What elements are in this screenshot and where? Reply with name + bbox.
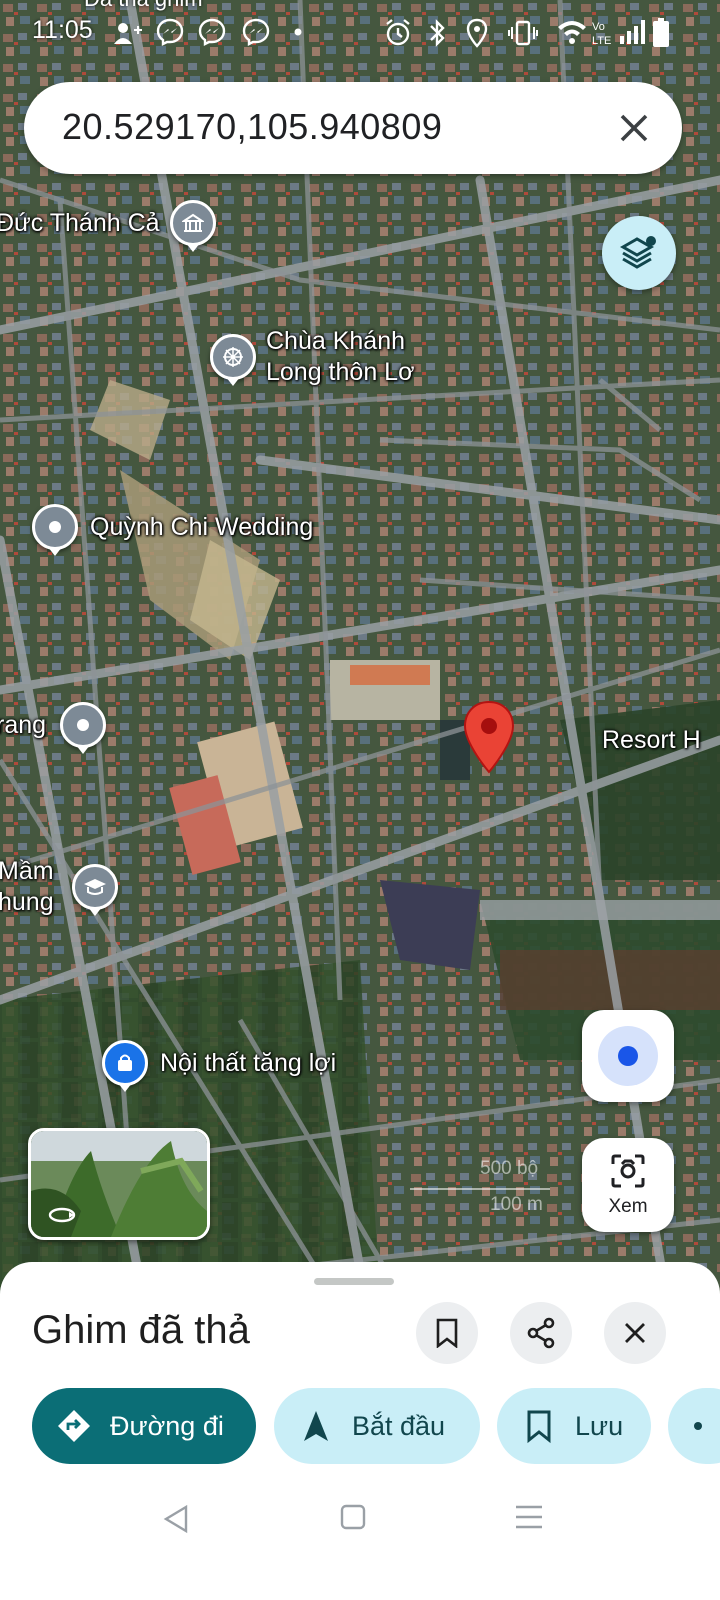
- share-icon: [527, 1317, 555, 1349]
- poi-mam-hung[interactable]: Mầm hung: [0, 856, 118, 918]
- 360-rotate-icon: [48, 1207, 76, 1223]
- bookmark-button[interactable]: [416, 1302, 478, 1364]
- poi-quynh-chi-wedding[interactable]: Quỳnh Chi Wedding: [32, 504, 313, 550]
- red-pin-icon: [463, 700, 515, 774]
- camera-lens-icon: [611, 1154, 645, 1188]
- layers-button[interactable]: [602, 216, 676, 290]
- place-icon: [32, 504, 78, 550]
- location-icon: [466, 18, 488, 48]
- temple-icon: [169, 200, 216, 246]
- search-input[interactable]: 20.529170,105.940809: [62, 106, 442, 148]
- back-icon[interactable]: [162, 1504, 190, 1534]
- search-bar[interactable]: 20.529170,105.940809: [24, 82, 682, 174]
- more-notifications-dot-icon: [294, 28, 302, 36]
- poi-label: Resort H: [602, 726, 701, 754]
- save-label: Lưu: [575, 1410, 624, 1441]
- wifi-icon: [558, 21, 586, 44]
- start-label: Bắt đầu: [352, 1410, 446, 1441]
- bluetooth-icon: [430, 19, 445, 47]
- messenger-icon: [198, 18, 226, 46]
- bookmark-icon: [527, 1410, 551, 1444]
- share-button[interactable]: [510, 1302, 572, 1364]
- poi-label: Đức Thánh Cả: [0, 209, 160, 237]
- save-button[interactable]: Lưu: [497, 1388, 651, 1464]
- location-dot-icon: [598, 1026, 658, 1086]
- vibrate-icon: [508, 20, 538, 46]
- svg-text:LTE: LTE: [592, 35, 611, 47]
- poi-resort[interactable]: Resort H: [602, 724, 701, 756]
- battery-icon: [653, 18, 669, 47]
- messenger-icon: [242, 18, 270, 46]
- my-location-button[interactable]: [582, 1010, 674, 1102]
- lens-view-button[interactable]: Xem: [582, 1138, 674, 1232]
- close-sheet-button[interactable]: [604, 1302, 666, 1364]
- person-add-icon: [114, 23, 142, 44]
- messenger-icon: [156, 18, 184, 46]
- volte-icon: Vo LTE: [592, 21, 611, 47]
- poi-label: rang: [0, 711, 47, 739]
- poi-label: Chùa Khánh Long thôn Lơ: [266, 327, 415, 386]
- alarm-icon: [386, 19, 410, 46]
- home-icon[interactable]: [340, 1504, 366, 1530]
- poi-label: Quỳnh Chi Wedding: [90, 513, 314, 541]
- status-time: 11:05: [32, 16, 93, 44]
- poi-rang[interactable]: rang: [0, 702, 107, 748]
- close-icon: [625, 1323, 645, 1343]
- directions-button[interactable]: Đường đi: [32, 1388, 256, 1464]
- more-icon: [694, 1422, 702, 1430]
- more-actions-chip[interactable]: [668, 1388, 720, 1464]
- dropped-pin-marker[interactable]: [462, 700, 516, 774]
- directions-label: Đường đi: [110, 1410, 224, 1441]
- signal-icon: [620, 20, 645, 44]
- start-navigation-button[interactable]: Bắt đầu: [274, 1388, 480, 1464]
- recents-menu-icon[interactable]: [514, 1504, 544, 1530]
- school-icon: [72, 864, 118, 910]
- place-icon: [60, 702, 107, 748]
- svg-text:Vo: Vo: [592, 21, 605, 33]
- poi-label: Mầm hung: [0, 857, 54, 916]
- system-navigation-bar: [0, 1470, 720, 1600]
- poi-chua-khanh-long[interactable]: Chùa Khánh Long thôn Lơ: [210, 326, 456, 388]
- layers-icon: [619, 236, 656, 269]
- poi-noi-that-tang-loi[interactable]: Nội thất tăng lợi: [102, 1040, 336, 1086]
- directions-icon: [58, 1410, 90, 1442]
- bookmark-icon: [436, 1318, 458, 1348]
- sheet-title: Ghim đã thả: [32, 1308, 250, 1352]
- sheet-drag-handle[interactable]: [314, 1278, 394, 1285]
- map-scale: 500 bộ 100 m: [410, 1156, 560, 1226]
- scale-metric: 100 m: [490, 1194, 543, 1215]
- dharma-wheel-icon: [210, 334, 256, 380]
- scale-imperial: 500 bộ: [480, 1158, 539, 1179]
- shopping-bag-icon: [102, 1040, 148, 1086]
- street-view-thumbnail[interactable]: [28, 1128, 210, 1240]
- close-icon[interactable]: [612, 106, 656, 150]
- poi-label: Nội thất tăng lợi: [160, 1049, 337, 1077]
- notification-text: Đã thả ghim: [84, 0, 203, 12]
- navigation-arrow-icon: [304, 1411, 328, 1441]
- poi-duc-thanh-ca[interactable]: Đức Thánh Cả: [0, 200, 216, 246]
- status-bar: Đã thả ghim 11:05 Vo LTE: [0, 0, 720, 64]
- lens-label: Xem: [608, 1196, 648, 1217]
